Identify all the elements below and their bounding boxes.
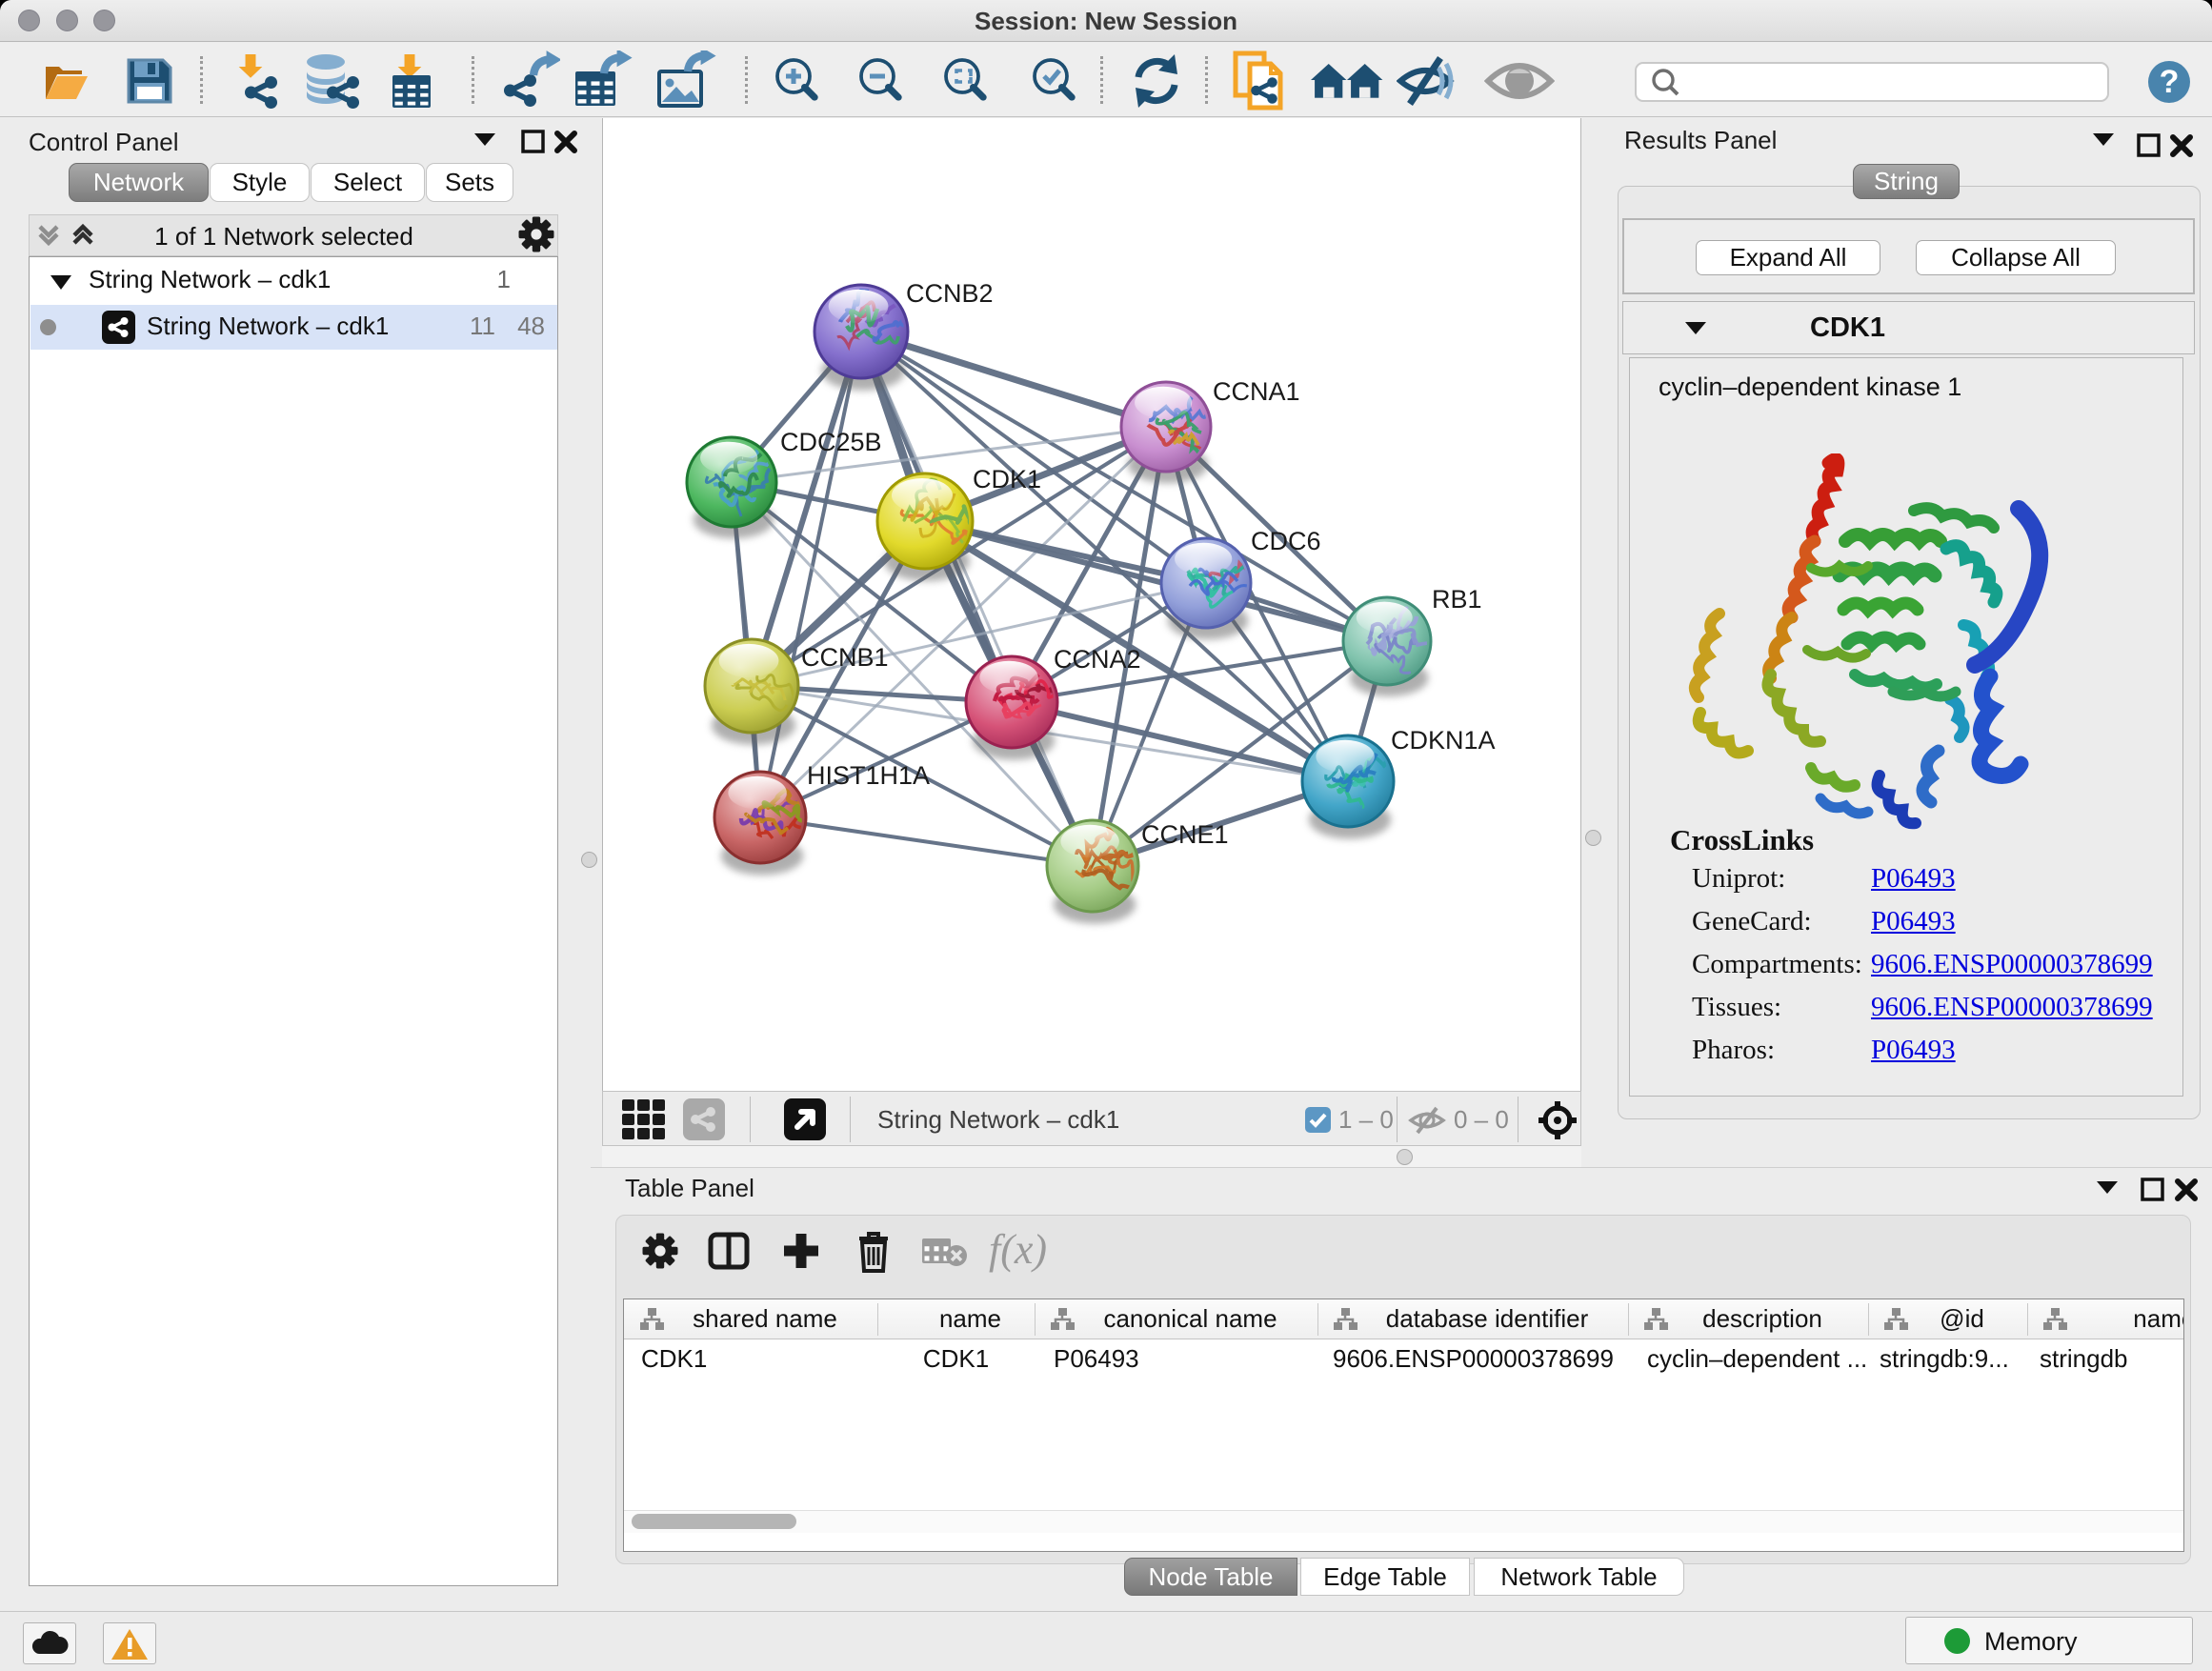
svg-text:CCNB1: CCNB1 bbox=[801, 643, 889, 672]
svg-text:CDC6: CDC6 bbox=[1251, 527, 1321, 555]
svg-text:CCNA1: CCNA1 bbox=[1213, 377, 1300, 406]
svg-text:HIST1H1A: HIST1H1A bbox=[807, 761, 930, 790]
svg-text:CCNE1: CCNE1 bbox=[1141, 820, 1229, 849]
svg-text:CCNA2: CCNA2 bbox=[1054, 645, 1141, 674]
svg-text:CCNB2: CCNB2 bbox=[906, 279, 994, 308]
svg-text:CDKN1A: CDKN1A bbox=[1391, 726, 1496, 755]
svg-text:CDC25B: CDC25B bbox=[780, 428, 882, 456]
svg-text:RB1: RB1 bbox=[1432, 585, 1482, 614]
svg-text:CDK1: CDK1 bbox=[973, 465, 1041, 493]
svg-text:?: ? bbox=[2160, 64, 2180, 100]
